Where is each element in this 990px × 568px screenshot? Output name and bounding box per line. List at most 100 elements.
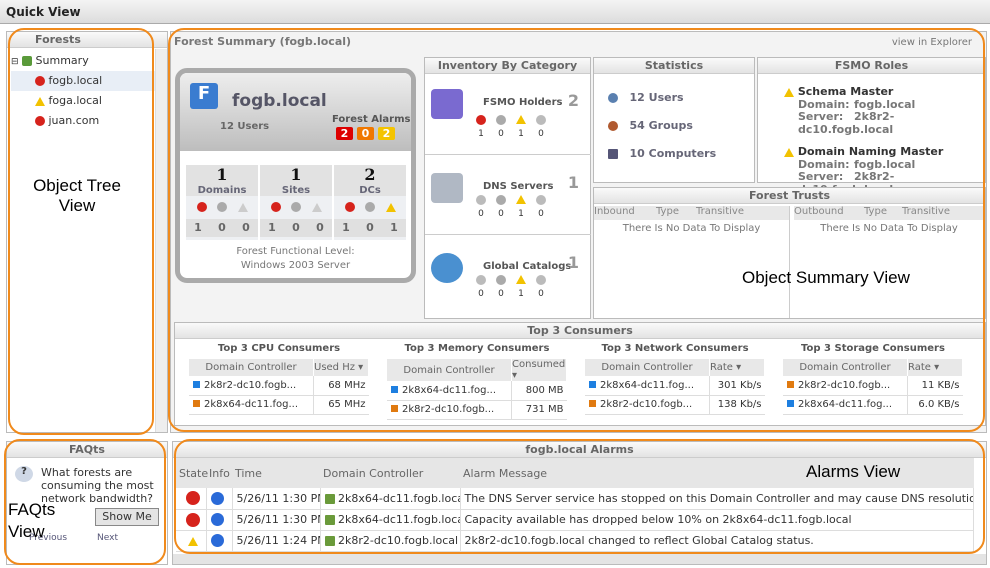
- top-consumers-panel: Top 3 Consumers Top 3 CPU Consumers Domai…: [174, 322, 986, 426]
- annotation-faq: FAQts View: [8, 500, 56, 541]
- alarms-title: fogb.local Alarms: [173, 442, 986, 458]
- alarm-row[interactable]: 5/26/11 1:30 PM 2k8x64-dc11.fogb.local Th…: [176, 488, 974, 510]
- consumer-group: Top 3 CPU Consumers Domain Controller Used…: [189, 343, 369, 420]
- faq-question-icon: ?: [15, 466, 33, 482]
- warning-alarm-count[interactable]: 2: [378, 127, 395, 140]
- annotation-alarms: Alarms View: [806, 462, 901, 481]
- dcs-box[interactable]: 2 DCs 1 0 1: [334, 165, 406, 240]
- consumer-group: Top 3 Network Consumers Domain Controller…: [585, 343, 765, 420]
- forest-trusts-panel: Forest Trusts Inbound Type Transitive Ther…: [593, 187, 986, 319]
- count: 0: [292, 221, 300, 234]
- inv-total: 2: [567, 91, 579, 110]
- show-me-button[interactable]: Show Me: [95, 508, 159, 526]
- error-icon: [35, 116, 45, 126]
- alarms-hscrollbar[interactable]: [173, 554, 986, 564]
- role-name: Domain Naming Master: [797, 145, 944, 158]
- major-alarm-count[interactable]: 0: [357, 127, 374, 140]
- tree-item-foga[interactable]: foga.local: [11, 91, 167, 111]
- inventory-global-catalogs[interactable]: Global Catalogs 1 0 0 1 0: [425, 235, 591, 315]
- trusts-title: Forest Trusts: [594, 188, 985, 204]
- inv-total: 1: [567, 173, 579, 192]
- outbound-empty: There Is No Data To Display: [820, 223, 958, 234]
- forest-name: fogb.local: [232, 91, 327, 111]
- forests-title: Forests: [7, 32, 167, 48]
- inv-label: DNS Servers: [483, 181, 554, 192]
- dc-col[interactable]: Domain Controller: [387, 359, 512, 381]
- consumer-row[interactable]: 2k8x64-dc11.fog... 6.0 KB/s: [783, 395, 963, 415]
- tree-item-label: fogb.local: [48, 74, 103, 87]
- value-col[interactable]: Rate ▾: [907, 359, 963, 376]
- annotation-object-tree: Object Tree View: [33, 176, 121, 215]
- faq-title: FAQts: [7, 442, 167, 458]
- domains-box[interactable]: 1 Domains 100: [186, 165, 258, 240]
- tree-item-fogb[interactable]: fogb.local: [11, 71, 167, 91]
- col-time[interactable]: Time: [232, 458, 320, 488]
- consumer-row[interactable]: 2k8r2-dc10.fogb... 731 MB: [387, 400, 567, 420]
- server-icon: [324, 515, 335, 525]
- stat-groups[interactable]: 54 Groups: [608, 112, 754, 140]
- consumer-group-title: Top 3 Network Consumers: [601, 343, 749, 354]
- alarms-panel: fogb.local Alarms State Info Time Domain Co…: [172, 441, 987, 565]
- tree-item-juan[interactable]: juan.com: [11, 111, 167, 131]
- inventory-title: Inventory By Category: [425, 58, 590, 74]
- tree-item-label: foga.local: [48, 94, 102, 107]
- forests-panel: Forests ⊟ Summary fogb.local foga.local …: [6, 31, 168, 433]
- summary-title: Forest Summary (fogb.local): [174, 35, 352, 48]
- consumer-row[interactable]: 2k8r2-dc10.fogb... 68 MHz: [189, 376, 369, 396]
- info-icon: [210, 513, 224, 527]
- tree-root-label: Summary: [35, 54, 89, 67]
- value-col[interactable]: Used Hz ▾: [313, 359, 369, 376]
- alarm-row[interactable]: 5/26/11 1:30 PM 2k8x64-dc11.fogb.local Ca…: [176, 509, 974, 531]
- stat-users[interactable]: 12 Users: [608, 84, 754, 112]
- alarm-row[interactable]: 5/26/11 1:24 PM 2k8r2-dc10.fogb.local 2k8…: [176, 530, 974, 552]
- statistics-title: Statistics: [594, 58, 754, 74]
- consumer-row[interactable]: 2k8x64-dc11.fog... 800 MB: [387, 381, 567, 401]
- sites-box[interactable]: 1 Sites 100: [260, 165, 332, 240]
- tree-scrollbar[interactable]: [155, 49, 167, 432]
- consumer-group-title: Top 3 CPU Consumers: [217, 343, 341, 354]
- count: 0: [316, 221, 324, 234]
- stat-computers[interactable]: 10 Computers: [608, 140, 754, 168]
- warning-icon: [187, 536, 198, 546]
- consumer-row[interactable]: 2k8x64-dc11.fog... 301 Kb/s: [585, 376, 765, 396]
- count: 0: [242, 221, 250, 234]
- count: 1: [342, 221, 350, 234]
- error-icon: [185, 512, 200, 527]
- inventory-dns-servers[interactable]: DNS Servers 1 0 0 1 0: [425, 155, 591, 235]
- value-col[interactable]: Rate ▾: [709, 359, 765, 376]
- functional-level: Windows 2003 Server: [240, 260, 351, 271]
- inventory-fsmo-holders[interactable]: FSMO Holders 2 1 0 1 0: [425, 75, 591, 155]
- domains-count: 1: [186, 165, 258, 185]
- annotation-object-summary: Object Summary View: [742, 268, 910, 287]
- dc-col[interactable]: Domain Controller: [783, 359, 908, 376]
- role-name: Schema Master: [797, 85, 894, 98]
- tree-root-summary[interactable]: ⊟ Summary: [11, 51, 167, 71]
- consumer-row[interactable]: 2k8x64-dc11.fog... 65 MHz: [189, 395, 369, 415]
- fsmo-roles-panel: FSMO Roles Schema Master Domain: fogb.loc…: [757, 57, 986, 195]
- dc-col[interactable]: Domain Controller: [189, 359, 314, 376]
- col-info[interactable]: Info: [206, 458, 232, 488]
- info-icon: [210, 492, 224, 505]
- faq-next-button[interactable]: Next: [97, 533, 118, 543]
- col-state[interactable]: State: [176, 458, 208, 488]
- consumer-group-title: Top 3 Storage Consumers: [801, 343, 945, 354]
- count: 0: [218, 221, 226, 234]
- consumer-row[interactable]: 2k8r2-dc10.fogb... 138 Kb/s: [585, 395, 765, 415]
- window-title: Quick View: [0, 0, 990, 24]
- error-icon: [185, 491, 200, 506]
- critical-alarm-count[interactable]: 2: [336, 127, 353, 140]
- col-dc[interactable]: Domain Controller: [320, 458, 460, 488]
- consumer-row[interactable]: 2k8r2-dc10.fogb... 11 KB/s: [783, 376, 963, 396]
- dc-col[interactable]: Domain Controller: [585, 359, 710, 376]
- domains-label: Domains: [186, 185, 258, 196]
- error-icon: [35, 76, 45, 86]
- dcs-label: DCs: [334, 185, 406, 196]
- forest-card: F fogb.local 12 Users Forest Alarms 2 0 …: [175, 68, 416, 283]
- inbound-empty: There Is No Data To Display: [622, 223, 761, 234]
- tree-item-label: juan.com: [48, 114, 100, 127]
- count: 1: [390, 221, 398, 234]
- server-icon: [324, 536, 335, 546]
- forest-icon: [22, 56, 33, 66]
- view-in-explorer-link[interactable]: view in Explorer: [892, 37, 972, 48]
- value-col[interactable]: Consumed ▾: [511, 359, 567, 381]
